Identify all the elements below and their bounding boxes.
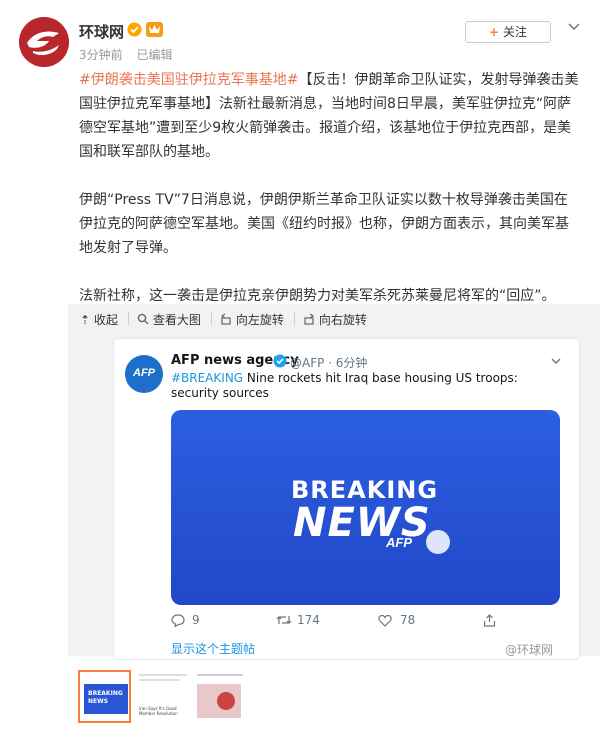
retweet-count: 174 (297, 613, 320, 627)
follow-label: 关注 (502, 25, 527, 39)
topic-link[interactable]: #伊朗袭击美国驻伊拉克军事基地# (79, 72, 298, 88)
rotate-right-label: 向右旋转 (318, 313, 367, 327)
post-header: 环球网 3分钟前 已编辑 + 关注 (0, 0, 600, 70)
chevron-down-icon[interactable] (567, 20, 581, 34)
search-icon (137, 313, 149, 325)
breaking-hashtag[interactable]: #BREAKING (171, 371, 243, 385)
vip-level-icon (146, 22, 163, 37)
thumbnail-2-label: Iran Says It's Good Member Resolution (139, 706, 178, 716)
rotate-left-button[interactable]: 向左旋转 (220, 311, 284, 328)
view-large-label: 查看大图 (152, 313, 201, 327)
post-meta: 3分钟前 已编辑 (79, 46, 182, 63)
thumbnail-strip: BREAKING NEWS Iran Says It's Good Member… (78, 670, 378, 726)
reply-action[interactable]: 9 (171, 613, 200, 627)
like-count: 78 (400, 613, 416, 627)
image-toolbar: ⇡ 收起 查看大图 向左旋转 向右旋转 (68, 304, 600, 334)
plus-icon: + (489, 25, 500, 39)
divider (294, 312, 295, 325)
tweet-text: #BREAKING Nine rockets hit Iraq base hou… (171, 371, 551, 401)
post-time[interactable]: 3分钟前 (79, 48, 123, 62)
thumbnail-1[interactable]: BREAKING NEWS (78, 670, 131, 723)
paragraph-2: 伊朗“Press TV”7日消息说，伊朗伊斯兰革命卫队证实以数十枚导弹袭击美国在… (79, 192, 569, 256)
retweet-icon (276, 616, 292, 624)
thumbnail-3-mark (217, 692, 235, 710)
chevron-down-icon[interactable] (551, 357, 561, 365)
collapse-button[interactable]: ⇡ 收起 (80, 311, 118, 328)
afp-avatar-text: AFP (133, 367, 155, 379)
retweet-action[interactable]: 174 (276, 613, 320, 627)
follow-button[interactable]: + 关注 (465, 21, 551, 43)
rotate-left-icon (220, 313, 231, 325)
show-thread-link[interactable]: 显示这个主题帖 (171, 640, 255, 657)
collapse-icon: ⇡ (80, 313, 91, 327)
paragraph-1: #伊朗袭击美国驻伊拉克军事基地#【反击！伊朗革命卫队证实，发射导弹袭击美国驻伊拉… (79, 68, 579, 164)
collapse-label: 收起 (93, 313, 118, 327)
card-line-3: AFP (386, 535, 412, 550)
breaking-news-image[interactable]: BREAKING NEWS AFP (171, 410, 560, 605)
thumbnail-3[interactable] (195, 670, 248, 723)
username[interactable]: 环球网 (79, 21, 124, 42)
heart-icon (378, 614, 392, 627)
reply-icon (171, 614, 185, 627)
thumbnail-3-line (197, 674, 243, 676)
avatar[interactable] (19, 17, 69, 67)
tweet-handle[interactable]: @AFP · 6分钟 (290, 354, 367, 371)
share-icon (483, 614, 496, 627)
edited-label[interactable]: 已编辑 (136, 48, 172, 62)
rotate-right-icon (304, 313, 315, 325)
thumbnail-2[interactable]: Iran Says It's Good Member Resolution (137, 670, 190, 723)
thumbnail-2-line (139, 679, 179, 681)
post-body: #伊朗袭击美国驻伊拉克军事基地#【反击！伊朗革命卫队证实，发射导弹袭击美国驻伊拉… (79, 68, 579, 332)
reply-count: 9 (192, 613, 200, 627)
thumbnail-2-line (139, 674, 187, 676)
afp-avatar[interactable]: AFP (125, 355, 163, 393)
verified-icon (127, 22, 142, 37)
watermark: @环球网 (505, 643, 554, 657)
divider (128, 312, 129, 325)
globe-logo-icon (19, 17, 69, 67)
globe-icon (426, 530, 450, 554)
thumbnail-1-label: BREAKING NEWS (88, 690, 123, 705)
like-action[interactable]: 78 (378, 613, 415, 627)
rotate-left-label: 向左旋转 (235, 313, 284, 327)
rotate-right-button[interactable]: 向右旋转 (303, 311, 367, 328)
divider (211, 312, 212, 325)
view-large-button[interactable]: 查看大图 (137, 311, 201, 328)
verified-icon (273, 354, 287, 368)
